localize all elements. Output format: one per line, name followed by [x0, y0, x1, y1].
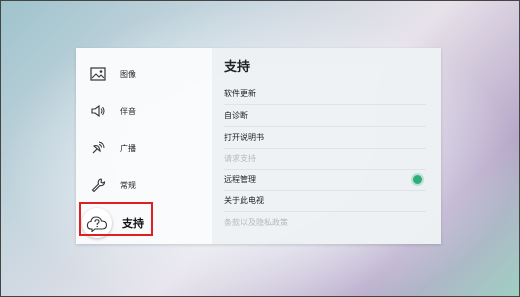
menu-item-label: 软件更新: [224, 89, 256, 98]
menu-item-label: 关于此电视: [224, 196, 264, 205]
menu-item-label: 自诊断: [224, 111, 248, 120]
sidebar-item-picture[interactable]: 图像: [82, 56, 202, 92]
picture-icon: [86, 62, 110, 86]
menu-item-open-manual[interactable]: 打开说明书: [224, 127, 426, 149]
menu-item-label: 条款以及隐私政策: [224, 218, 288, 227]
menu-item-self-diagnosis[interactable]: 自诊断: [224, 105, 426, 127]
menu-item-label: 打开说明书: [224, 133, 264, 142]
menu-item-terms-privacy: 条款以及隐私政策: [224, 212, 426, 233]
wrench-icon: [86, 173, 110, 197]
speaker-icon: [86, 99, 110, 123]
sidebar-item-sound[interactable]: 伴音: [82, 93, 202, 129]
sidebar-item-broadcast[interactable]: 广播: [82, 130, 202, 166]
menu-item-about-tv[interactable]: 关于此电视: [224, 190, 426, 212]
sidebar-item-label: 常规: [120, 180, 136, 190]
broadcast-icon: [86, 136, 110, 160]
sidebar-item-label: 广播: [120, 143, 136, 153]
selection-highlight: [79, 202, 153, 236]
menu-item-request-support: 请求支持: [224, 148, 426, 170]
page-title: 支持: [224, 60, 251, 75]
menu-item-label: 远程管理: [224, 175, 256, 184]
sidebar-item-label: 伴音: [120, 106, 136, 116]
menu-item-label: 请求支持: [224, 154, 256, 163]
sidebar-item-general[interactable]: 常规: [82, 167, 202, 203]
remote-management-toggle[interactable]: [413, 175, 422, 184]
sidebar-item-label: 图像: [120, 69, 136, 79]
menu-item-software-update[interactable]: 软件更新: [224, 83, 426, 105]
settings-panel: 图像 伴音 广播 常规 支持 支持 软件更新 自诊断 打开说明书 请求支持 远程…: [76, 48, 441, 244]
menu-item-remote-management[interactable]: 远程管理: [224, 169, 426, 191]
settings-sidebar: 图像 伴音 广播 常规 支持: [76, 48, 212, 244]
settings-content: 支持 软件更新 自诊断 打开说明书 请求支持 远程管理 关于此电视 条款以及隐私…: [212, 48, 441, 244]
